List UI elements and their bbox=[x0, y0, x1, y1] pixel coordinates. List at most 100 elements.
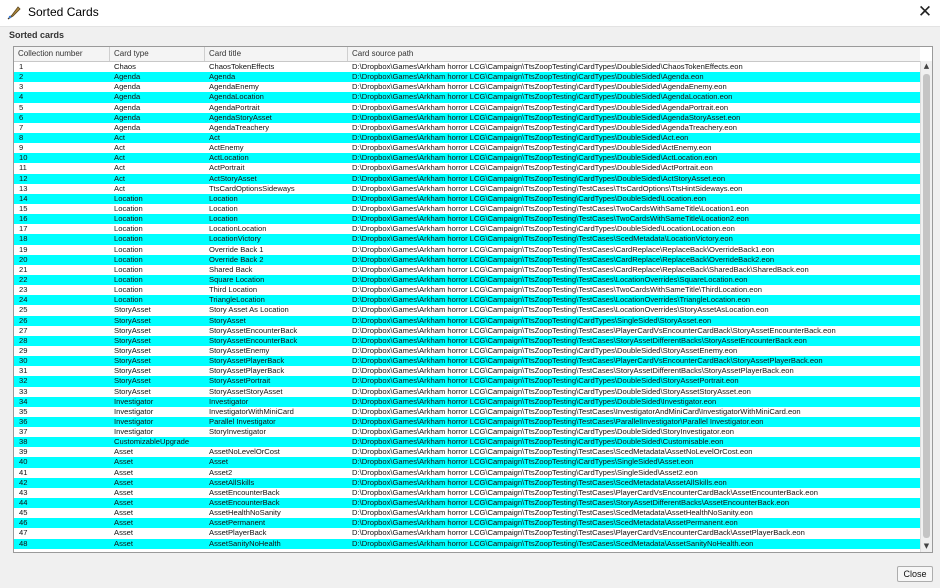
table-row[interactable]: 5 Agenda AgendaPortrait D:\Dropbox\Games\Ar… bbox=[14, 103, 920, 113]
table-row[interactable]: 25 StoryAsset Story Asset As Location D:\Dr… bbox=[14, 305, 920, 315]
cell-source-path: D:\Dropbox\Games\Arkham horror LCG\Campa… bbox=[352, 498, 790, 508]
cell-card-title: StoryAssetEncounterBack bbox=[209, 335, 298, 345]
cell-card-type: Act bbox=[114, 132, 125, 142]
cell-source-path: D:\Dropbox\Games\Arkham horror LCG\Campa… bbox=[352, 457, 694, 467]
cell-collection-number: 42 bbox=[19, 477, 28, 487]
table-row[interactable]: 42 Asset AssetAllSkills D:\Dropbox\Games\Ar… bbox=[14, 477, 920, 488]
table-row[interactable]: 45 Asset AssetHealthNoSanity D:\Dropbox\Gam… bbox=[14, 508, 920, 518]
cell-source-path: D:\Dropbox\Games\Arkham horror LCG\Campa… bbox=[352, 274, 748, 284]
table-row[interactable]: 30 StoryAsset StoryAssetPlayerBack D:\Dropb… bbox=[14, 356, 920, 367]
cell-collection-number: 20 bbox=[19, 254, 28, 264]
table-row[interactable]: 38 CustomizableUpgrade D:\Dropbox\Games\Ar… bbox=[14, 437, 920, 448]
table-row[interactable]: 48 Asset AssetSanityNoHealth D:\Dropbox\Gam… bbox=[14, 538, 920, 549]
table-row[interactable]: 36 Investigator Parallel Investigator D:\Dr… bbox=[14, 416, 920, 428]
table-row[interactable]: 14 Location Location D:\Dropbox\Games\Arkha… bbox=[14, 193, 920, 204]
cell-card-title: StoryAssetStoryAsset bbox=[209, 386, 283, 396]
cell-source-path: D:\Dropbox\Games\Arkham horror LCG\Campa… bbox=[352, 254, 775, 264]
cell-source-path: D:\Dropbox\Games\Arkham horror LCG\Campa… bbox=[352, 538, 754, 548]
cell-card-type: StoryAsset bbox=[114, 315, 151, 325]
table-row[interactable]: 47 Asset AssetPlayerBack D:\Dropbox\Games\A… bbox=[14, 528, 920, 538]
close-button[interactable]: Close bbox=[897, 566, 933, 582]
cell-card-title: Location bbox=[209, 214, 238, 224]
table-row[interactable]: 3 Agenda AgendaEnemy D:\Dropbox\Games\Arkha… bbox=[14, 82, 920, 92]
cell-card-type: Agenda bbox=[114, 112, 141, 122]
table-row[interactable]: 41 Asset Asset2 D:\Dropbox\Games\Arkham hor… bbox=[14, 468, 920, 478]
cell-collection-number: 13 bbox=[19, 183, 28, 193]
table-row[interactable]: 13 Act TtsCardOptionsSideways D:\Dropbox\Ga… bbox=[14, 184, 920, 194]
cell-collection-number: 30 bbox=[19, 356, 28, 366]
cell-card-title: ActStoryAsset bbox=[209, 173, 257, 183]
cell-card-title: AssetPermanent bbox=[209, 518, 266, 528]
cell-card-type: StoryAsset bbox=[114, 366, 151, 376]
table-row[interactable]: 46 Asset AssetPermanent D:\Dropbox\Games\Ar… bbox=[14, 518, 920, 529]
table-row[interactable]: 12 Act ActStoryAsset D:\Dropbox\Games\Arkha… bbox=[14, 173, 920, 184]
table-row[interactable]: 1 Chaos ChaosTokenEffects D:\Dropbox\Games\… bbox=[14, 62, 920, 72]
scroll-down-icon[interactable]: ▼ bbox=[921, 541, 932, 552]
cell-card-title: ActLocation bbox=[209, 153, 249, 163]
vertical-scrollbar[interactable]: ▲ ▼ bbox=[920, 61, 932, 552]
cell-card-type: Asset bbox=[114, 457, 133, 467]
table-row[interactable]: 2 Agenda Agenda D:\Dropbox\Games\Arkham hor… bbox=[14, 72, 920, 83]
cell-source-path: D:\Dropbox\Games\Arkham horror LCG\Campa… bbox=[352, 224, 735, 234]
table-row[interactable]: 20 Location Override Back 2 D:\Dropbox\Game… bbox=[14, 254, 920, 265]
table-row[interactable]: 8 Act Act D:\Dropbox\Games\Arkham horror LC… bbox=[14, 132, 920, 144]
cell-card-type: Asset bbox=[114, 518, 133, 528]
cell-card-type: Act bbox=[114, 143, 125, 153]
table-row[interactable]: 28 StoryAsset StoryAssetEncounterBack D:\Dr… bbox=[14, 335, 920, 346]
cell-card-type: StoryAsset bbox=[114, 386, 151, 396]
cell-card-title: TriangleLocation bbox=[209, 295, 265, 305]
table-row[interactable]: 40 Asset Asset D:\Dropbox\Games\Arkham horr… bbox=[14, 457, 920, 468]
table-row[interactable]: 17 Location LocationLocation D:\Dropbox\Gam… bbox=[14, 224, 920, 234]
table-row[interactable]: 9 Act ActEnemy D:\Dropbox\Games\Arkham horr… bbox=[14, 143, 920, 153]
table-row[interactable]: 6 Agenda AgendaStoryAsset D:\Dropbox\Games\… bbox=[14, 112, 920, 123]
cell-source-path: D:\Dropbox\Games\Arkham horror LCG\Campa… bbox=[352, 62, 743, 71]
cell-source-path: D:\Dropbox\Games\Arkham horror LCG\Campa… bbox=[352, 285, 762, 295]
cell-collection-number: 33 bbox=[19, 386, 28, 396]
cell-collection-number: 16 bbox=[19, 214, 28, 224]
table-row[interactable]: 10 Act ActLocation D:\Dropbox\Games\Arkham … bbox=[14, 153, 920, 164]
table-row[interactable]: 34 Investigator Investigator D:\Dropbox\Gam… bbox=[14, 396, 920, 407]
table-row[interactable]: 32 StoryAsset StoryAssetPortrait D:\Dropbox… bbox=[14, 376, 920, 387]
table-row[interactable]: 26 StoryAsset StoryAsset D:\Dropbox\Games\A… bbox=[14, 315, 920, 326]
table-row[interactable]: 33 StoryAsset StoryAssetStoryAsset D:\Dropb… bbox=[14, 387, 920, 397]
table-row[interactable]: 23 Location Third Location D:\Dropbox\Games… bbox=[14, 285, 920, 295]
table-row[interactable]: 22 Location Square Location D:\Dropbox\Game… bbox=[14, 274, 920, 286]
table-row[interactable]: 7 Agenda AgendaTreachery D:\Dropbox\Games\A… bbox=[14, 123, 920, 133]
table-row[interactable]: 31 StoryAsset StoryAssetPlayerBack D:\Dropb… bbox=[14, 366, 920, 376]
column-header-card-type[interactable]: Card type bbox=[110, 47, 205, 61]
column-header-collection-number[interactable]: Collection number bbox=[14, 47, 110, 61]
cell-source-path: D:\Dropbox\Games\Arkham horror LCG\Campa… bbox=[352, 214, 749, 224]
table-row[interactable]: 24 Location TriangleLocation D:\Dropbox\Gam… bbox=[14, 295, 920, 306]
table-row[interactable]: 29 StoryAsset StoryAssetEnemy D:\Dropbox\Ga… bbox=[14, 346, 920, 356]
table-row[interactable]: 37 Investigator StoryInvestigator D:\Dropbo… bbox=[14, 427, 920, 437]
table-row[interactable]: 19 Location Override Back 1 D:\Dropbox\Game… bbox=[14, 245, 920, 255]
cell-card-title: AssetSanityNoHealth bbox=[209, 538, 281, 548]
scrollbar-thumb[interactable] bbox=[923, 74, 930, 538]
cell-collection-number: 32 bbox=[19, 376, 28, 386]
cell-card-title: Shared Back bbox=[209, 264, 253, 274]
close-icon[interactable]: ✕ bbox=[910, 0, 940, 26]
table-row[interactable]: 16 Location Location D:\Dropbox\Games\Arkha… bbox=[14, 214, 920, 225]
table-row[interactable]: 27 StoryAsset StoryAssetEncounterBack D:\Dr… bbox=[14, 326, 920, 336]
table-row[interactable]: 4 Agenda AgendaLocation D:\Dropbox\Games\Ar… bbox=[14, 92, 920, 103]
table-row[interactable]: 43 Asset AssetEncounterBack D:\Dropbox\Game… bbox=[14, 488, 920, 498]
cell-card-title: AgendaLocation bbox=[209, 92, 264, 102]
cell-source-path: D:\Dropbox\Games\Arkham horror LCG\Campa… bbox=[352, 376, 739, 386]
table-row[interactable]: 15 Location Location D:\Dropbox\Games\Arkha… bbox=[14, 204, 920, 214]
cell-card-type: Agenda bbox=[114, 122, 141, 132]
cell-card-title: AssetEncounterBack bbox=[209, 498, 280, 508]
table-row[interactable]: 18 Location LocationVictory D:\Dropbox\Game… bbox=[14, 234, 920, 245]
table-row[interactable]: 11 Act ActPortrait D:\Dropbox\Games\Arkham … bbox=[14, 163, 920, 173]
cell-card-type: Asset bbox=[114, 528, 133, 538]
table-row[interactable]: 21 Location Shared Back D:\Dropbox\Games\Ar… bbox=[14, 265, 920, 275]
cell-collection-number: 2 bbox=[19, 72, 24, 82]
table-row[interactable]: 39 Asset AssetNoLevelOrCost D:\Dropbox\Game… bbox=[14, 447, 920, 457]
cell-card-type: Location bbox=[114, 193, 143, 203]
scroll-up-icon[interactable]: ▲ bbox=[921, 61, 932, 72]
cell-collection-number: 48 bbox=[19, 538, 28, 548]
column-header-card-source-path[interactable]: Card source path bbox=[348, 47, 920, 61]
table-row[interactable]: 44 Asset AssetEncounterBack D:\Dropbox\Game… bbox=[14, 498, 920, 509]
cell-card-type: Location bbox=[114, 244, 143, 254]
column-header-card-title[interactable]: Card title bbox=[205, 47, 348, 61]
table-row[interactable]: 35 Investigator InvestigatorWithMiniCard D:… bbox=[14, 407, 920, 417]
